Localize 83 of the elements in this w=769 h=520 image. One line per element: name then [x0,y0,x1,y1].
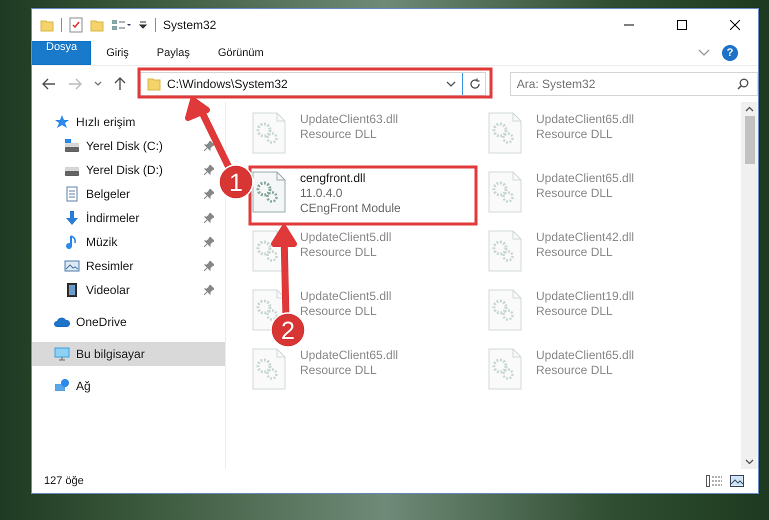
pin-icon[interactable] [204,141,214,151]
file-name: UpdateClient65.dll [536,348,634,362]
back-arrow-icon[interactable] [42,78,56,90]
down-arrow-icon [64,210,80,226]
pin-icon[interactable] [204,213,214,223]
file-detail: Resource DLL [536,304,614,318]
file-detail: Resource DLL [300,363,378,377]
file-detail: Resource DLL [536,363,614,377]
properties-icon[interactable] [69,17,83,33]
folder-icon [147,77,161,91]
settings-file-icon [488,289,522,331]
nav-item[interactable]: Ağ [32,374,225,398]
maximize-icon [677,20,687,30]
nav-item[interactable]: İndirmeler [32,206,220,230]
expand-ribbon-icon[interactable] [698,49,710,57]
scroll-thumb[interactable] [744,116,754,164]
address-field[interactable]: C:\Windows\System32 [140,72,486,96]
nav-item[interactable]: Hızlı erişim [32,110,225,134]
network-icon [54,378,70,394]
star-icon [54,114,70,130]
scroll-down-icon[interactable] [745,459,754,465]
nav-item[interactable]: Resimler [32,254,220,278]
picture-icon [64,258,80,274]
file-name: UpdateClient65.dll [536,171,634,185]
pin-icon[interactable] [204,165,214,175]
item-count: 127 öğe [44,475,84,487]
file-detail: Resource DLL [536,127,614,141]
file-name: cengfront.dll [300,171,366,185]
film-icon [64,282,80,298]
pin-icon[interactable] [204,237,214,247]
nav-item[interactable]: Yerel Disk (D:) [32,158,220,182]
settings-file-icon [252,171,286,213]
nav-item[interactable]: Belgeler [32,182,220,206]
file-detail: CEngFront Module [300,201,401,215]
scroll-up-icon[interactable] [745,106,754,112]
monitor-icon [54,346,70,362]
nav-item[interactable]: Videolar [32,278,220,302]
ribbon-tab[interactable]: Giriş [93,41,142,65]
close-icon [730,20,740,30]
search-field[interactable]: Ara: System32 [510,72,758,96]
step-number-badge: 1 [218,164,254,200]
settings-file-icon [488,230,522,272]
ribbon-tab[interactable]: Paylaş [144,41,203,65]
file-name: UpdateClient65.dll [300,348,398,362]
file-detail: Resource DLL [536,245,614,259]
nav-item[interactable]: Bu bilgisayar [32,342,225,366]
file-name: UpdateClient63.dll [300,112,398,126]
scrollbar[interactable] [741,102,758,469]
view-options-icon[interactable] [111,18,131,32]
file-name: UpdateClient5.dll [300,289,392,303]
settings-file-icon [488,112,522,154]
pin-icon[interactable] [204,261,214,271]
details-view-icon[interactable] [706,475,722,487]
search-icon [737,78,749,90]
nav-item[interactable]: Müzik [32,230,220,254]
up-arrow-icon[interactable] [114,77,126,91]
file-detail: Resource DLL [536,186,614,200]
dropdown-caret-icon[interactable] [138,20,148,30]
dropdown-caret-icon[interactable] [446,81,456,87]
file-name: UpdateClient19.dll [536,289,634,303]
large-icons-view-icon[interactable] [730,475,744,487]
file-name: UpdateClient5.dll [300,230,392,244]
window-title: System32 [163,18,216,32]
file-name: UpdateClient42.dll [536,230,634,244]
recent-caret-icon[interactable] [94,81,102,87]
pin-icon[interactable] [204,189,214,199]
refresh-icon[interactable] [468,78,481,90]
settings-file-icon [252,348,286,390]
document-icon [64,186,80,202]
settings-file-icon [252,112,286,154]
settings-file-icon [488,171,522,213]
file-detail: Resource DLL [300,245,378,259]
nav-item[interactable]: OneDrive [32,310,225,334]
nav-item[interactable]: Yerel Disk (C:) [32,134,220,158]
file-detail: 11.0.4.0 [300,186,344,200]
ribbon-tab[interactable]: Dosya [32,41,92,65]
pin-icon[interactable] [204,285,214,295]
file-name: UpdateClient65.dll [536,112,634,126]
drive-icon [64,138,80,154]
file-detail: Resource DLL [300,127,378,141]
help-button[interactable]: ? [722,45,738,61]
settings-file-icon [488,348,522,390]
ribbon-tab[interactable]: Görünüm [204,41,277,65]
